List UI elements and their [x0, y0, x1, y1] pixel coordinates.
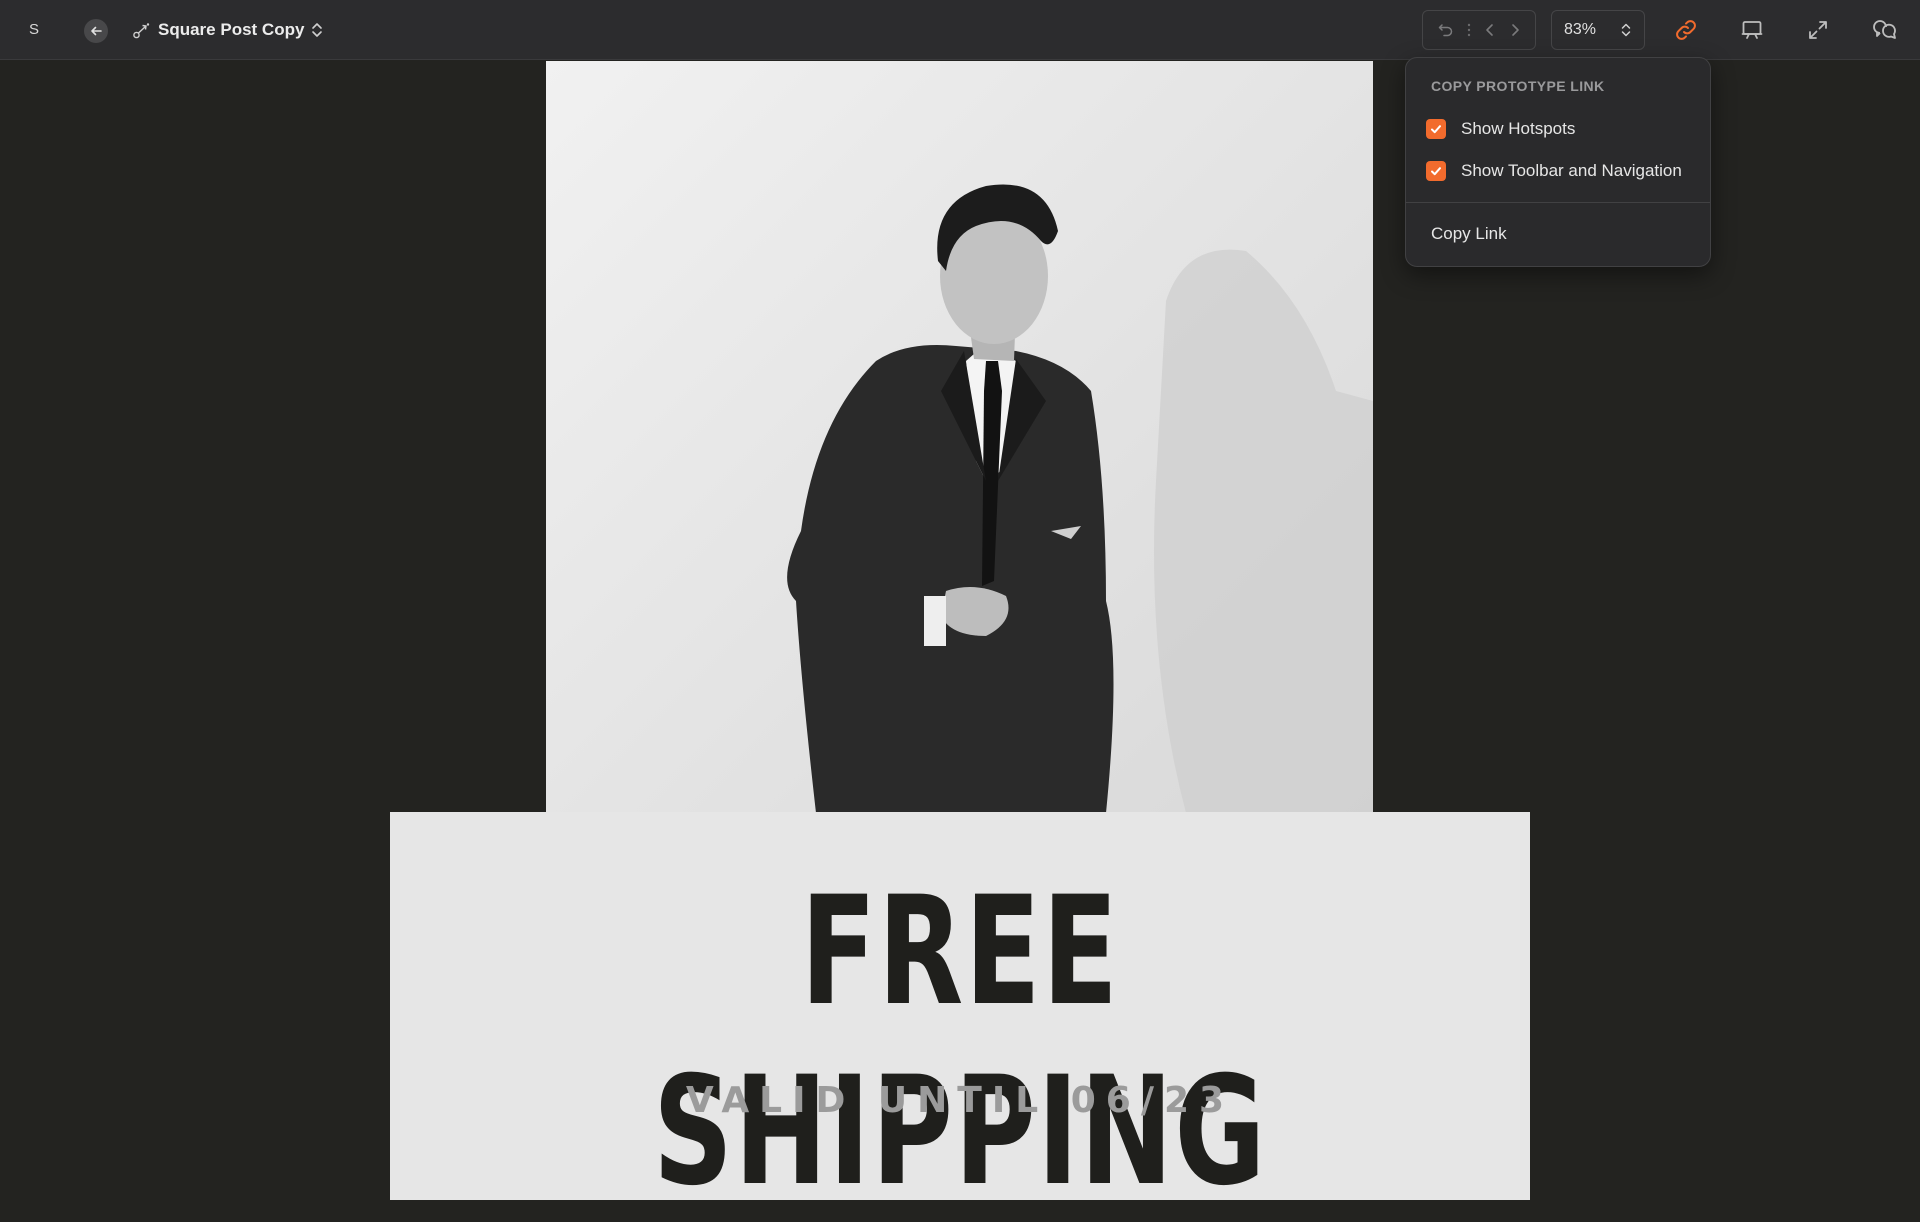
- copy-prototype-link-popover: COPY PROTOTYPE LINK Show Hotspots Show T…: [1405, 57, 1711, 267]
- undo-icon[interactable]: [1437, 21, 1455, 39]
- back-button[interactable]: [84, 19, 108, 43]
- man-in-suit-illustration: [787, 184, 1373, 813]
- promo-subline: VALID UNTIL 06/23: [685, 1080, 1235, 1121]
- chevron-updown-icon: [312, 23, 323, 37]
- prototype-link-icon: [133, 23, 150, 39]
- back-arrow-icon: [91, 26, 102, 36]
- show-toolbar-navigation-checkbox[interactable]: [1426, 161, 1446, 181]
- document-title: Square Post Copy: [158, 20, 305, 39]
- present-button[interactable]: [1738, 16, 1766, 44]
- popover-heading: COPY PROTOTYPE LINK: [1431, 78, 1605, 94]
- show-hotspots-option[interactable]: Show Hotspots: [1426, 116, 1575, 142]
- zoom-control[interactable]: 83%: [1551, 10, 1645, 50]
- presentation-icon: [1741, 21, 1763, 39]
- show-toolbar-navigation-option[interactable]: Show Toolbar and Navigation: [1426, 158, 1682, 184]
- promo-headline: FREE SHIPPING: [652, 865, 1267, 1219]
- popover-divider: [1406, 202, 1710, 203]
- chevron-left-icon[interactable]: [1483, 21, 1497, 39]
- link-icon: [1676, 20, 1696, 40]
- comments-button[interactable]: [1870, 16, 1898, 44]
- document-title-switcher[interactable]: Square Post Copy: [132, 17, 324, 43]
- show-hotspots-checkbox[interactable]: [1426, 119, 1446, 139]
- checkmark-icon: [1431, 125, 1441, 134]
- fullscreen-icon: [1809, 21, 1827, 39]
- chevron-updown-icon: [1621, 23, 1631, 37]
- copy-link-menu-item[interactable]: Copy Link: [1431, 224, 1507, 244]
- more-vertical-icon[interactable]: [1466, 21, 1472, 39]
- top-toolbar: S Square Post Copy 83%: [0, 0, 1920, 60]
- user-avatar[interactable]: S: [22, 18, 46, 42]
- show-toolbar-navigation-label: Show Toolbar and Navigation: [1461, 161, 1682, 180]
- chevron-right-icon[interactable]: [1508, 21, 1522, 39]
- show-hotspots-label: Show Hotspots: [1461, 119, 1576, 138]
- history-navigation-group: [1422, 10, 1536, 50]
- hero-photo: [546, 61, 1373, 813]
- copy-link-button[interactable]: [1672, 16, 1700, 44]
- checkmark-icon: [1431, 167, 1441, 176]
- comments-icon: [1873, 20, 1896, 39]
- zoom-value: 83%: [1564, 21, 1597, 38]
- promo-banner: FREE SHIPPING VALID UNTIL 06/23: [390, 812, 1530, 1219]
- fullscreen-button[interactable]: [1804, 16, 1832, 44]
